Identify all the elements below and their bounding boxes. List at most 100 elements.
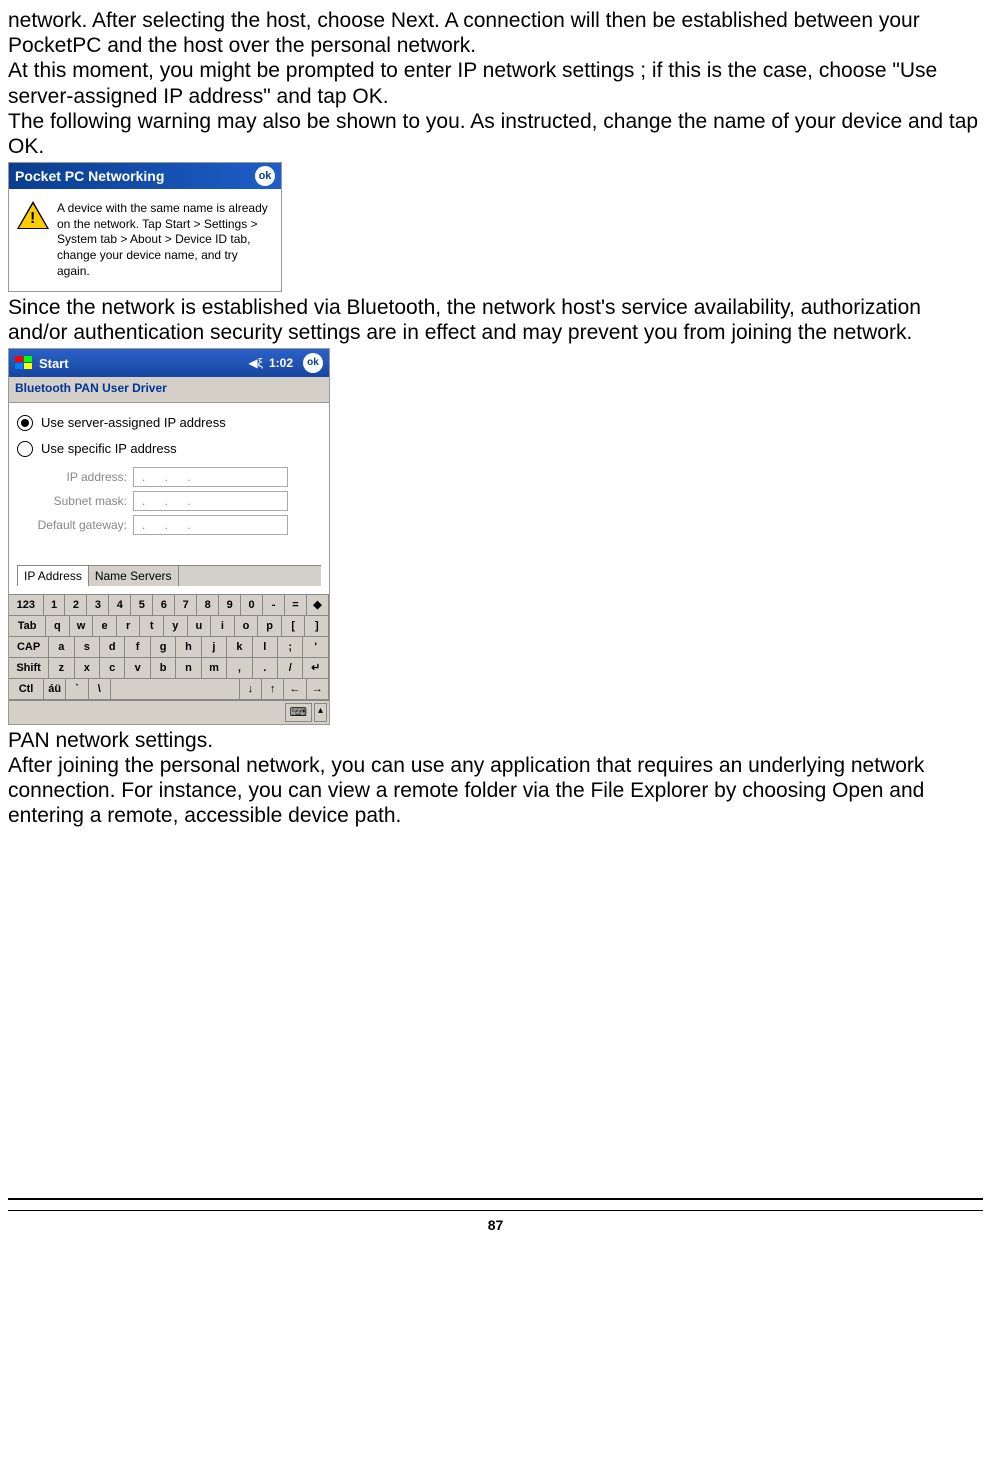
keyboard-key[interactable]: g [151, 637, 176, 657]
paragraph-4: Since the network is established via Blu… [8, 295, 983, 345]
radio-icon [17, 441, 33, 457]
sound-icon[interactable]: ◀ξ [248, 356, 263, 370]
keyboard-key[interactable]: → [307, 679, 329, 699]
keyboard-key[interactable]: . [253, 658, 278, 678]
pan-header: Bluetooth PAN User Driver [9, 377, 329, 402]
tab-ip-address[interactable]: IP Address [17, 565, 89, 586]
keyboard-key[interactable]: ◆ [307, 595, 329, 615]
keyboard-key[interactable]: w [70, 616, 94, 636]
keyboard-key[interactable]: a [49, 637, 74, 657]
page-footer: 87 [8, 1198, 983, 1234]
keyboard-key[interactable]: p [258, 616, 282, 636]
tab-name-servers[interactable]: Name Servers [89, 565, 179, 586]
keyboard-key[interactable]: 3 [87, 595, 109, 615]
bluetooth-pan-dialog: Start ◀ξ 1:02 ok Bluetooth PAN User Driv… [8, 348, 330, 724]
ip-address-input[interactable]: . . . [133, 467, 288, 487]
radio-server-assigned[interactable]: Use server-assigned IP address [17, 415, 321, 431]
page-number: 87 [8, 1210, 983, 1234]
ok-button[interactable]: ok [303, 353, 323, 373]
keyboard-key[interactable]: r [117, 616, 141, 636]
paragraph-5: PAN network settings. [8, 728, 983, 753]
on-screen-keyboard[interactable]: 1231234567890-=◆ Tabqwertyuiop[] CAPasdf… [9, 594, 329, 700]
keyboard-key[interactable]: Shift [9, 658, 49, 678]
keyboard-key[interactable]: 1 [44, 595, 66, 615]
keyboard-key[interactable]: k [227, 637, 252, 657]
keyboard-toggle[interactable]: ⌨ [285, 703, 312, 721]
keyboard-row-1: 1231234567890-=◆ [9, 594, 329, 615]
keyboard-key[interactable]: 2 [65, 595, 87, 615]
keyboard-key[interactable]: \ [89, 679, 111, 699]
keyboard-key[interactable]: 5 [131, 595, 153, 615]
subnet-mask-label: Subnet mask: [17, 494, 133, 508]
keyboard-key[interactable]: l [253, 637, 278, 657]
keyboard-key[interactable]: - [263, 595, 285, 615]
keyboard-key[interactable]: z [49, 658, 74, 678]
keyboard-key[interactable]: 123 [9, 595, 44, 615]
subnet-mask-input[interactable]: . . . [133, 491, 288, 511]
keyboard-key[interactable]: x [75, 658, 100, 678]
keyboard-key[interactable]: h [176, 637, 201, 657]
keyboard-key[interactable]: Ctl [9, 679, 44, 699]
keyboard-row-3: CAPasdfghjkl;' [9, 636, 329, 657]
keyboard-key[interactable]: f [125, 637, 150, 657]
ip-address-label: IP address: [17, 470, 133, 484]
keyboard-key[interactable]: o [235, 616, 259, 636]
keyboard-key[interactable]: j [202, 637, 227, 657]
keyboard-key[interactable]: ↑ [262, 679, 284, 699]
keyboard-key[interactable]: b [151, 658, 176, 678]
pocketpc-networking-dialog: Pocket PC Networking ok ! A device with … [8, 162, 282, 292]
keyboard-key[interactable] [111, 679, 240, 699]
keyboard-key[interactable]: áü [44, 679, 66, 699]
keyboard-key[interactable]: n [176, 658, 201, 678]
keyboard-row-5: Ctláü`\ ↓↑←→ [9, 678, 329, 700]
keyboard-key[interactable]: ↵ [303, 658, 328, 678]
paragraph-3: The following warning may also be shown … [8, 109, 983, 159]
keyboard-key[interactable]: ; [278, 637, 303, 657]
keyboard-key[interactable]: u [188, 616, 212, 636]
keyboard-key[interactable]: 8 [197, 595, 219, 615]
keyboard-key[interactable]: e [93, 616, 117, 636]
keyboard-key[interactable]: c [100, 658, 125, 678]
keyboard-key[interactable]: d [100, 637, 125, 657]
radio-label: Use server-assigned IP address [41, 415, 226, 431]
keyboard-key[interactable]: 4 [109, 595, 131, 615]
clock: 1:02 [269, 356, 293, 370]
keyboard-key[interactable]: , [227, 658, 252, 678]
keyboard-menu-arrow[interactable]: ▴ [314, 703, 327, 721]
keyboard-key[interactable]: 9 [219, 595, 241, 615]
keyboard-key[interactable]: 0 [241, 595, 263, 615]
ok-button[interactable]: ok [255, 166, 275, 186]
keyboard-key[interactable]: 7 [175, 595, 197, 615]
keyboard-key[interactable]: m [202, 658, 227, 678]
keyboard-key[interactable]: CAP [9, 637, 49, 657]
radio-icon [17, 415, 33, 431]
start-bar: Start ◀ξ 1:02 ok [9, 349, 329, 377]
default-gateway-input[interactable]: . . . [133, 515, 288, 535]
keyboard-key[interactable]: t [140, 616, 164, 636]
keyboard-key[interactable]: ← [284, 679, 306, 699]
keyboard-key[interactable]: s [75, 637, 100, 657]
keyboard-key[interactable]: Tab [9, 616, 46, 636]
paragraph-1: network. After selecting the host, choos… [8, 8, 983, 58]
dialog-titlebar: Pocket PC Networking ok [9, 163, 281, 189]
keyboard-key[interactable]: q [46, 616, 70, 636]
windows-flag-icon[interactable] [15, 356, 33, 370]
keyboard-row-4: Shiftzxcvbnm,./↵ [9, 657, 329, 678]
keyboard-key[interactable]: = [285, 595, 307, 615]
keyboard-key[interactable]: ↓ [240, 679, 262, 699]
keyboard-row-2: Tabqwertyuiop[] [9, 615, 329, 636]
keyboard-key[interactable]: i [211, 616, 235, 636]
keyboard-key[interactable]: y [164, 616, 188, 636]
keyboard-key[interactable]: / [278, 658, 303, 678]
keyboard-key[interactable]: ] [305, 616, 329, 636]
radio-label: Use specific IP address [41, 441, 177, 457]
start-label[interactable]: Start [39, 356, 242, 372]
keyboard-key[interactable]: v [125, 658, 150, 678]
keyboard-key[interactable]: ' [303, 637, 328, 657]
keyboard-key[interactable]: 6 [153, 595, 175, 615]
radio-specific-ip[interactable]: Use specific IP address [17, 441, 321, 457]
keyboard-key[interactable]: ` [66, 679, 88, 699]
keyboard-key[interactable]: [ [282, 616, 306, 636]
dialog-message: A device with the same name is already o… [57, 201, 273, 279]
dialog-title: Pocket PC Networking [15, 168, 164, 185]
